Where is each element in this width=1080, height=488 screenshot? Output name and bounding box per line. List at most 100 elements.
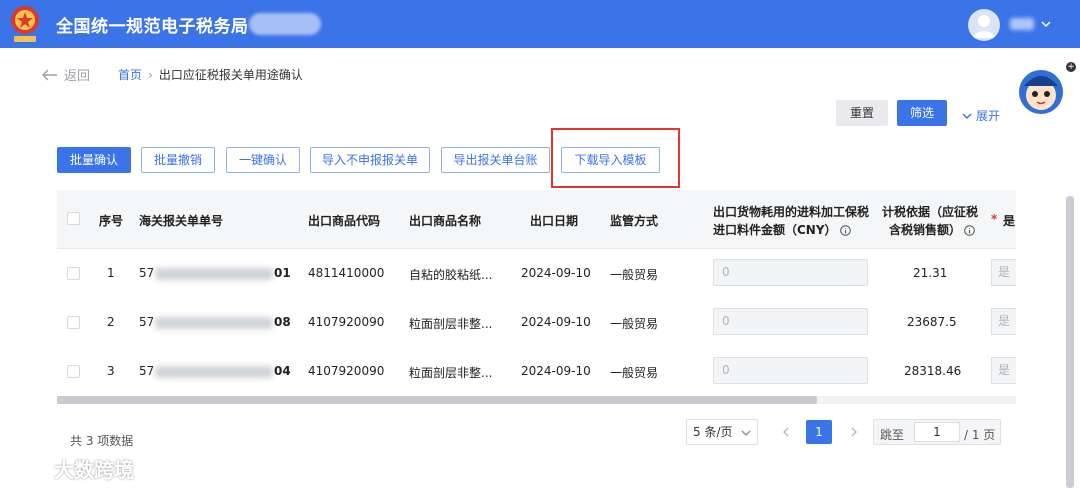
user-name[interactable] bbox=[1010, 18, 1034, 30]
table-row: 1 57 01 4811410000 自粘的胶粘纸... 2024-09-10 … bbox=[57, 249, 1016, 299]
horizontal-scrollbar[interactable] bbox=[57, 396, 1016, 404]
declaration-table: 序号 海关报关单单号 出口商品代码 出口商品名称 出口日期 监管方式 出口货物耗… bbox=[57, 190, 1016, 398]
vertical-scrollbar-thumb[interactable] bbox=[1066, 196, 1074, 488]
next-page-icon[interactable] bbox=[848, 426, 860, 438]
cell-decl-suffix: 08 bbox=[274, 315, 291, 329]
cell-seq: 3 bbox=[107, 364, 115, 378]
export-ledger-button[interactable]: 导出报关单台账 bbox=[441, 147, 550, 173]
cell-tax-basis: 28318.46 bbox=[904, 364, 962, 378]
region-badge bbox=[249, 13, 321, 35]
vertical-scrollbar[interactable] bbox=[1066, 196, 1074, 488]
page-jump: 跳至 / 1 页 bbox=[873, 419, 1001, 445]
watermark-text: 大数跨境 bbox=[54, 458, 134, 482]
mascot-close-icon[interactable]: + bbox=[1066, 62, 1076, 72]
page-size-value: 5 条/页 bbox=[693, 425, 733, 439]
table-row: 2 57 08 4107920090 粒面剖层非整... 2024-09-10 … bbox=[57, 298, 1016, 348]
batch-confirm-button[interactable]: 批量确认 bbox=[57, 147, 131, 173]
material-amount-input[interactable]: 0 bbox=[713, 259, 868, 286]
cell-tax-basis: 23687.5 bbox=[907, 315, 957, 329]
material-amount-input[interactable]: 0 bbox=[713, 357, 868, 384]
page-number-current[interactable]: 1 bbox=[806, 420, 832, 444]
chevron-down-icon[interactable] bbox=[1040, 18, 1052, 30]
table-row: 3 57 04 4107920090 粒面剖层非整... 2024-09-10 … bbox=[57, 347, 1016, 397]
cell-goods-code: 4107920090 bbox=[308, 315, 385, 329]
cell-decl-prefix: 57 bbox=[139, 364, 155, 378]
cell-goods-name: 粒面剖层非整... bbox=[409, 366, 493, 380]
tax-emblem-icon bbox=[11, 6, 39, 42]
chevron-down-icon bbox=[741, 430, 751, 436]
th-material-amount-1: 出口货物耗用的进料加工保税 bbox=[713, 205, 870, 219]
th-supervision: 监管方式 bbox=[610, 214, 659, 228]
table-header: 序号 海关报关单单号 出口商品代码 出口商品名称 出口日期 监管方式 出口货物耗… bbox=[57, 190, 1016, 249]
cell-decl-prefix: 57 bbox=[139, 266, 155, 280]
horizontal-scrollbar-thumb[interactable] bbox=[57, 396, 817, 404]
cell-tax-basis: 21.31 bbox=[913, 266, 948, 280]
cell-goods-code: 4811410000 bbox=[308, 266, 385, 280]
confirm-select[interactable]: 是 bbox=[991, 259, 1016, 286]
cell-supervision: 一般贸易 bbox=[610, 366, 659, 380]
total-pages: / 1 页 bbox=[964, 428, 996, 442]
confirm-select[interactable]: 是 bbox=[991, 357, 1016, 384]
total-count: 共 3 项数据 bbox=[70, 434, 134, 448]
th-goods-name: 出口商品名称 bbox=[409, 214, 482, 228]
watermark-logo-icon bbox=[10, 459, 46, 476]
info-icon[interactable] bbox=[964, 225, 975, 236]
th-confirm: 是 bbox=[1003, 214, 1016, 228]
cell-decl-suffix: 01 bbox=[274, 266, 291, 280]
redacted-decl-no bbox=[155, 317, 273, 329]
cell-export-date: 2024-09-10 bbox=[521, 315, 591, 329]
redacted-decl-no bbox=[155, 268, 273, 280]
back-button[interactable]: 返回 bbox=[42, 65, 90, 84]
search-button[interactable]: 筛选 bbox=[897, 100, 947, 126]
th-goods-code: 出口商品代码 bbox=[308, 214, 381, 228]
info-icon[interactable] bbox=[839, 225, 851, 236]
cell-export-date: 2024-09-10 bbox=[521, 266, 591, 280]
one-click-confirm-button[interactable]: 一键确认 bbox=[226, 147, 300, 173]
chevron-down-icon bbox=[962, 113, 972, 119]
cell-export-date: 2024-09-10 bbox=[521, 364, 591, 378]
top-header: 全国统一规范电子税务局 bbox=[0, 0, 1080, 48]
th-tax-basis-1: 计税依据（应征税 bbox=[882, 205, 979, 219]
page-size-select[interactable]: 5 条/页 bbox=[686, 419, 758, 445]
cell-seq: 1 bbox=[107, 266, 115, 280]
cell-goods-code: 4107920090 bbox=[308, 364, 385, 378]
th-material-amount-2: 进口料件金额（CNY） bbox=[713, 221, 851, 238]
required-mark: * bbox=[991, 212, 998, 226]
material-amount-input[interactable]: 0 bbox=[713, 308, 868, 335]
th-seq: 序号 bbox=[99, 214, 124, 228]
breadcrumb-home[interactable]: 首页 bbox=[118, 68, 142, 82]
app-title: 全国统一规范电子税务局 bbox=[56, 17, 249, 37]
import-no-declare-button[interactable]: 导入不申报报关单 bbox=[310, 147, 430, 173]
arrow-left-icon bbox=[42, 69, 57, 80]
jump-page-input[interactable] bbox=[914, 422, 960, 442]
cell-goods-name: 粒面剖层非整... bbox=[409, 317, 493, 331]
user-avatar[interactable] bbox=[968, 9, 1000, 41]
row-checkbox[interactable] bbox=[67, 267, 80, 280]
highlight-annotation bbox=[551, 128, 680, 188]
th-decl-no: 海关报关单单号 bbox=[139, 214, 224, 228]
cell-supervision: 一般贸易 bbox=[610, 317, 659, 331]
breadcrumb-current: 出口应征税报关单用途确认 bbox=[158, 68, 303, 82]
back-label: 返回 bbox=[64, 69, 91, 84]
cell-decl-suffix: 04 bbox=[274, 364, 291, 378]
select-all-checkbox[interactable] bbox=[67, 212, 80, 225]
assistant-mascot-icon[interactable] bbox=[1016, 62, 1066, 118]
reset-button[interactable]: 重置 bbox=[836, 100, 888, 126]
row-checkbox[interactable] bbox=[67, 316, 80, 329]
cell-seq: 2 bbox=[107, 315, 115, 329]
watermark: 大数跨境 bbox=[8, 454, 134, 483]
prev-page-icon[interactable] bbox=[780, 426, 792, 438]
breadcrumb: 首页 › 出口应征税报关单用途确认 bbox=[118, 66, 303, 83]
redacted-decl-no bbox=[155, 366, 273, 378]
th-tax-basis-2: 含税销售额） bbox=[889, 221, 975, 238]
expand-label: 展开 bbox=[976, 109, 1001, 123]
cell-decl-prefix: 57 bbox=[139, 315, 155, 329]
confirm-select[interactable]: 是 bbox=[991, 308, 1016, 335]
cell-supervision: 一般贸易 bbox=[610, 268, 659, 282]
jump-label: 跳至 bbox=[880, 428, 905, 442]
th-export-date: 出口日期 bbox=[530, 214, 579, 228]
row-checkbox[interactable] bbox=[67, 365, 80, 378]
batch-revoke-button[interactable]: 批量撤销 bbox=[141, 147, 215, 173]
expand-toggle[interactable]: 展开 bbox=[962, 107, 1000, 124]
user-icon bbox=[973, 15, 995, 38]
